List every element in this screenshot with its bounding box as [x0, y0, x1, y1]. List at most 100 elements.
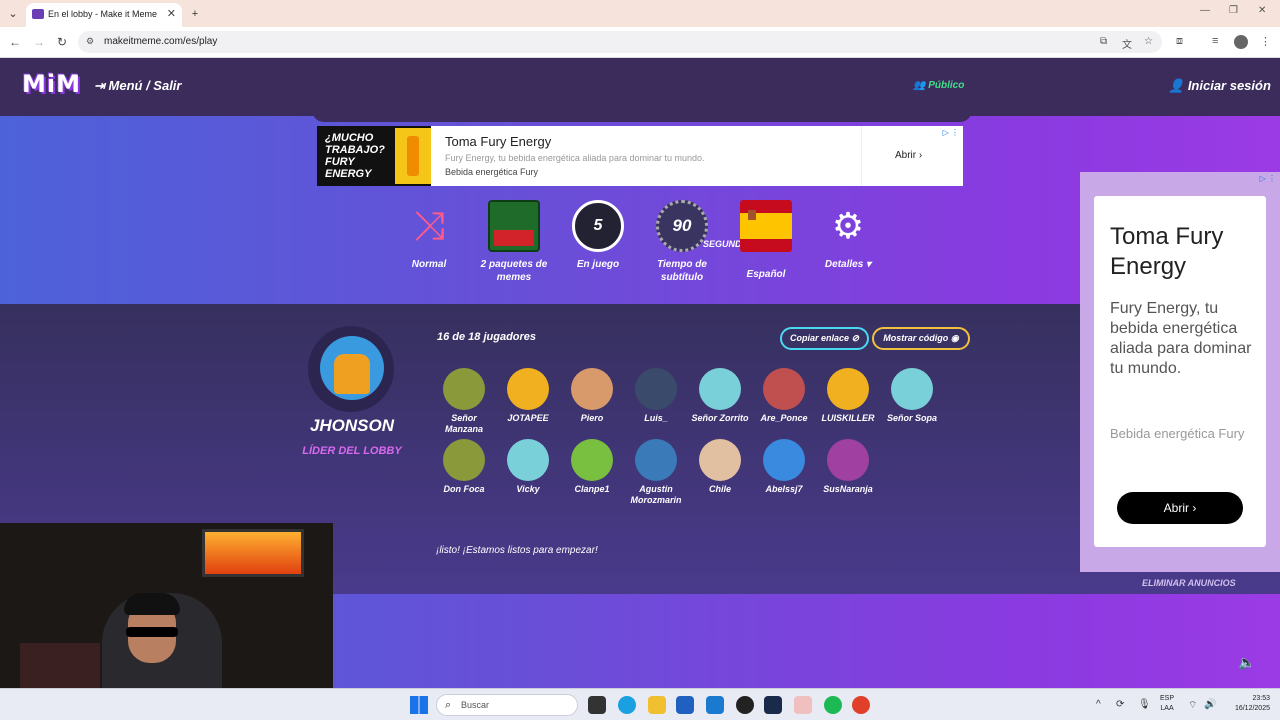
side-ad[interactable]: ▷ ⋮ Toma Fury Energy Fury Energy, tu beb…	[1080, 172, 1280, 572]
steam-icon[interactable]	[764, 696, 782, 714]
windows-start-icon[interactable]	[410, 696, 428, 714]
new-tab-icon[interactable]: +	[186, 5, 204, 23]
public-toggle[interactable]: 👥 Público	[913, 80, 964, 91]
tray-sync-icon[interactable]: ⟳	[1116, 699, 1124, 710]
setting-details[interactable]: ⚙ Detalles ▾	[808, 200, 888, 271]
edge-icon[interactable]	[618, 696, 636, 714]
system-clock[interactable]: 23:53 16/12/2025	[1226, 694, 1270, 714]
player-avatar	[827, 368, 869, 410]
user-icon: 👤	[1168, 78, 1188, 93]
language-indicator[interactable]: ESP LAA	[1160, 694, 1174, 714]
player-card[interactable]: Are_Ponce	[752, 368, 816, 424]
login-link[interactable]: 👤 Iniciar sesión	[1168, 78, 1271, 94]
show-code-button[interactable]: Mostrar código ◉	[872, 327, 970, 350]
energy-can-image	[395, 128, 431, 184]
tray-chevron-icon[interactable]: ^	[1096, 699, 1101, 710]
player-avatar	[763, 439, 805, 481]
player-avatar	[635, 439, 677, 481]
extensions-icon[interactable]: ⧈	[1176, 35, 1183, 48]
side-ad-description: Fury Energy, tu bebida energética aliada…	[1110, 300, 1252, 377]
taskbar-search[interactable]: ⌕ Buscar	[436, 694, 578, 716]
microphone-icon[interactable]: 🎙	[1138, 699, 1151, 710]
mim-logo[interactable]: MiM	[22, 70, 81, 98]
player-avatar	[571, 439, 613, 481]
users-icon: 👥	[913, 80, 929, 91]
taskbar-search-label: Buscar	[461, 700, 490, 710]
restore-icon[interactable]: ❐	[1229, 5, 1238, 16]
eye-icon: ◉	[950, 333, 959, 343]
player-card[interactable]: Piero	[560, 368, 624, 424]
side-ad-open-button[interactable]: Abrir ›	[1117, 492, 1243, 524]
player-card[interactable]: Luis_	[624, 368, 688, 424]
browser-tab[interactable]: En el lobby - Make it Meme ✕	[26, 3, 182, 27]
obs-icon[interactable]	[736, 696, 754, 714]
taskbar: ⌕ Buscar ^ ⟳ 🎙 ESP LAA ⌔ 🔊 23:53 16/12/202…	[0, 688, 1280, 720]
setting-mode[interactable]: ⤨ Normal	[389, 200, 469, 271]
tab-search-icon[interactable]: ⌄	[4, 5, 22, 23]
side-ad-card: Toma Fury Energy Fury Energy, tu bebida …	[1094, 196, 1266, 547]
browser-menu-icon[interactable]: ⋮	[1260, 35, 1271, 48]
tab-close-icon[interactable]: ✕	[167, 7, 176, 20]
player-card[interactable]: JOTAPEE	[496, 368, 560, 424]
player-card[interactable]: SusNaranja	[816, 439, 880, 495]
timer-icon: 90 SEGUNDO	[656, 200, 749, 252]
player-card[interactable]: Chile	[688, 439, 752, 495]
top-ad-banner[interactable]: ¿MUCHO TRABAJO? FURY ENERGY Toma Fury En…	[317, 126, 963, 186]
setting-language-label: Español	[746, 269, 786, 280]
search-icon: ⌕	[445, 699, 452, 711]
minimize-icon[interactable]: —	[1200, 5, 1210, 16]
ad-open-button[interactable]: Abrir ›	[895, 150, 922, 161]
adchoices-icon[interactable]: ▷ ⋮	[1260, 174, 1276, 183]
player-card[interactable]: Señor Zorrito	[688, 368, 752, 424]
player-card[interactable]: Señor Manzana	[432, 368, 496, 435]
reading-list-icon[interactable]: ≡	[1212, 35, 1218, 47]
bookmark-star-icon[interactable]: ☆	[1144, 36, 1153, 47]
task-view-icon[interactable]	[588, 696, 606, 714]
setting-meme-packs[interactable]: 2 paquetes de memes	[474, 200, 554, 284]
forward-icon[interactable]: →	[33, 35, 45, 49]
outlook-icon[interactable]	[706, 696, 724, 714]
store-icon[interactable]	[676, 696, 694, 714]
chrome-icon[interactable]	[852, 696, 870, 714]
setting-rounds[interactable]: 5 En juego	[558, 200, 638, 271]
file-explorer-icon[interactable]	[648, 696, 666, 714]
mute-icon[interactable]: 🔈	[1238, 654, 1255, 671]
translate-icon[interactable]: 文	[1122, 36, 1132, 51]
player-card[interactable]: LUISKILLER	[816, 368, 880, 424]
window-close-icon[interactable]: ✕	[1258, 5, 1266, 16]
remove-ads-link[interactable]: ELIMINAR ANUNCIOS	[1142, 578, 1236, 588]
site-info-icon[interactable]: ⚙	[86, 36, 94, 47]
setting-language[interactable]: Español	[726, 200, 806, 281]
snipping-tool-icon[interactable]	[794, 696, 812, 714]
url-text: makeitmeme.com/es/play	[104, 36, 218, 47]
spotify-icon[interactable]	[824, 696, 842, 714]
login-label: Iniciar sesión	[1187, 78, 1271, 93]
player-card[interactable]: Señor Sopa	[880, 368, 944, 424]
player-card[interactable]: Clanpe1	[560, 439, 624, 495]
player-name: LUISKILLER	[821, 413, 875, 423]
back-icon[interactable]: ←	[9, 35, 21, 49]
url-bar[interactable]: ⚙ makeitmeme.com/es/play ⧉ 文 ☆	[78, 31, 1162, 53]
setting-mode-label: Normal	[411, 259, 447, 270]
side-ad-sponsor: Bebida energética Fury	[1110, 426, 1245, 441]
player-card[interactable]: Vicky	[496, 439, 560, 495]
setting-caption-time[interactable]: 90 SEGUNDO Tiempo de subtítulo	[642, 200, 749, 284]
player-card[interactable]: Don Foca	[432, 439, 496, 495]
wifi-icon[interactable]: ⌔	[1188, 699, 1197, 712]
copy-link-button[interactable]: Copiar enlace ⊘	[780, 327, 869, 350]
reload-icon[interactable]: ↻	[57, 35, 67, 49]
host-role: LÍDER DEL LOBBY	[302, 445, 402, 457]
player-avatar	[443, 439, 485, 481]
ad-image-text: ¿MUCHO TRABAJO? FURY ENERGY	[325, 132, 385, 180]
profile-avatar[interactable]	[1234, 35, 1248, 49]
menu-exit-link[interactable]: ⇥ Menú / Salir	[94, 78, 181, 94]
player-name: Are_Ponce	[760, 413, 808, 423]
adchoices-icon[interactable]: ▷ ⋮	[943, 128, 959, 137]
tab-favicon-icon	[32, 9, 44, 19]
install-app-icon[interactable]: ⧉	[1100, 36, 1107, 47]
tab-title: En el lobby - Make it Meme	[48, 9, 158, 19]
ad-sponsor: Bebida energética Fury	[445, 167, 539, 177]
player-card[interactable]: Agustin Morozmarin	[624, 439, 688, 506]
player-card[interactable]: Abelssj7	[752, 439, 816, 495]
speaker-icon[interactable]: 🔊	[1204, 699, 1216, 710]
